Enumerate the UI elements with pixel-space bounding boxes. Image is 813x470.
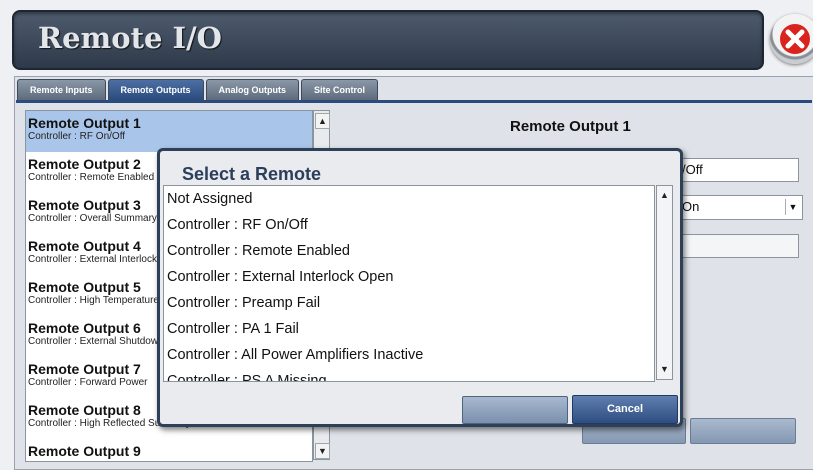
page-title: Remote I/O	[38, 21, 222, 55]
detail-title: Remote Output 1	[510, 118, 631, 135]
tab-remote-inputs[interactable]: Remote Inputs	[17, 79, 106, 100]
scroll-down-icon[interactable]: ▼	[315, 443, 330, 459]
tab-bar: Remote Inputs Remote Outputs Analog Outp…	[17, 79, 380, 101]
scroll-up-icon[interactable]: ▲	[658, 188, 671, 202]
list-item-title: Remote Output 1	[28, 115, 141, 131]
tab-site-control[interactable]: Site Control	[301, 79, 379, 100]
close-icon	[780, 24, 810, 54]
detail-empty-field[interactable]	[676, 234, 799, 258]
list-item-output-9[interactable]: Remote Output 9	[26, 439, 312, 461]
option-item[interactable]: Controller : PS A Missing	[164, 368, 654, 381]
cancel-button[interactable]: Cancel	[572, 395, 678, 424]
dialog-title: Select a Remote	[182, 164, 322, 184]
scroll-up-icon[interactable]: ▲	[315, 113, 330, 129]
option-item[interactable]: Controller : Remote Enabled	[164, 238, 654, 264]
tab-analog-outputs[interactable]: Analog Outputs	[205, 79, 300, 100]
option-item[interactable]: Controller : RF On/Off	[164, 212, 654, 238]
signal-field[interactable]: /Off	[676, 158, 799, 182]
option-item[interactable]: Not Assigned	[164, 186, 654, 212]
chevron-down-icon: ▼	[785, 199, 800, 215]
scroll-down-icon[interactable]: ▼	[658, 362, 671, 376]
option-item[interactable]: Controller : All Power Amplifiers Inacti…	[164, 342, 654, 368]
tab-underline	[16, 100, 812, 103]
remote-options-list: Not Assigned Controller : RF On/Off Cont…	[163, 185, 655, 382]
option-item[interactable]: Controller : Preamp Fail	[164, 290, 654, 316]
list-item-output-1[interactable]: Remote Output 1 Controller : RF On/Off	[26, 111, 312, 152]
option-item[interactable]: Controller : External Interlock Open	[164, 264, 654, 290]
state-dropdown[interactable]: On ▼	[676, 195, 803, 220]
restore-button[interactable]	[690, 418, 796, 444]
list-item-subtitle: Controller : RF On/Off	[28, 131, 126, 142]
ok-button[interactable]	[462, 396, 568, 424]
state-dropdown-value: On	[682, 199, 700, 214]
header-bar: Remote I/O	[12, 10, 764, 70]
option-item[interactable]: Controller : PA 1 Fail	[164, 316, 654, 342]
dialog-scrollbar[interactable]: ▲ ▼	[656, 185, 673, 380]
close-button[interactable]	[770, 14, 813, 64]
list-item-title: Remote Output 9	[28, 443, 141, 459]
select-remote-dialog: Select a Remote Not Assigned Controller …	[157, 148, 683, 427]
tab-remote-outputs[interactable]: Remote Outputs	[107, 79, 204, 100]
